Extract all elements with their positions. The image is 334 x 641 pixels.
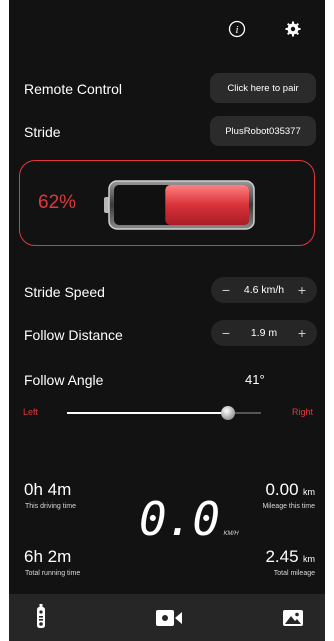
follow-angle-value: 41°	[245, 372, 265, 387]
gear-icon[interactable]	[284, 20, 302, 38]
gallery-icon[interactable]	[281, 607, 305, 629]
slider-track-filled	[67, 412, 229, 414]
stride-label: Stride	[24, 124, 61, 140]
driving-time-label: This driving time	[25, 503, 76, 510]
battery-icon	[104, 179, 256, 236]
follow-angle-slider[interactable]	[67, 406, 261, 420]
total-mileage-unit: km	[303, 554, 315, 564]
stride-device-button[interactable]: PlusRobot035377	[210, 116, 316, 146]
battery-card: 62%	[19, 160, 315, 246]
distance-decrease-button[interactable]: −	[213, 320, 239, 346]
remote-control-label: Remote Control	[24, 81, 123, 97]
slider-thumb[interactable]	[221, 406, 236, 420]
distance-value: 1.9 m	[250, 327, 278, 339]
running-time-value: 6h 2m	[24, 547, 72, 566]
mileage-unit: km	[303, 487, 315, 497]
speed-decrease-button[interactable]: −	[213, 277, 239, 303]
follow-distance-label: Follow Distance	[24, 327, 123, 343]
mileage-this-time: 0.00 km	[265, 480, 315, 500]
total-mileage-label: Total mileage	[273, 570, 315, 577]
svg-text:i: i	[235, 24, 238, 36]
driving-time-value: 0h 4m	[24, 480, 72, 499]
video-camera-icon[interactable]	[154, 607, 184, 629]
speed-value: 4.6 km/h	[243, 284, 285, 296]
slider-right-label: Right	[292, 407, 314, 417]
total-mileage-value: 2.45	[265, 547, 299, 566]
speed-readout: 0.0	[139, 492, 220, 546]
app-screen: i Remote Control Click here to pair Stri…	[9, 0, 325, 641]
remote-icon[interactable]	[29, 604, 53, 630]
battery-percent: 62%	[38, 192, 77, 213]
speed-increase-button[interactable]: +	[289, 277, 315, 303]
total-mileage: 2.45 km	[265, 547, 315, 567]
tab-bar	[9, 594, 325, 641]
speed-display: 0.0 KM/H	[139, 492, 239, 546]
distance-increase-button[interactable]: +	[289, 320, 315, 346]
slider-left-label: Left	[23, 407, 39, 417]
mileage-value: 0.00	[265, 480, 299, 499]
stride-speed-stepper: − 4.6 km/h +	[211, 277, 317, 303]
follow-angle-label: Follow Angle	[24, 372, 104, 388]
pair-button[interactable]: Click here to pair	[210, 73, 316, 103]
speed-unit: KM/H	[223, 531, 239, 537]
stride-speed-label: Stride Speed	[24, 284, 105, 300]
info-icon[interactable]: i	[228, 20, 246, 38]
mileage-label: Mileage this time	[262, 503, 315, 510]
follow-distance-stepper: − 1.9 m +	[211, 320, 317, 346]
running-time-label: Total running time	[25, 570, 81, 577]
